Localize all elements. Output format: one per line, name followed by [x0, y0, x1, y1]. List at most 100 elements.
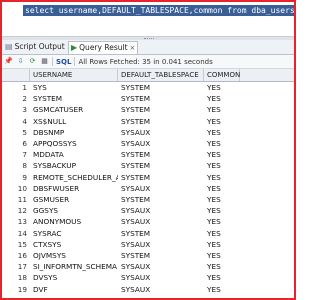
cell-default-tablespace[interactable]: SYSTEM [118, 82, 204, 93]
cell-common[interactable]: YES [204, 250, 240, 261]
cell-username[interactable]: GSMCATUSER [30, 104, 118, 115]
row-number[interactable]: 2 [2, 93, 30, 104]
cell-common[interactable]: YES [204, 216, 240, 227]
row-number[interactable]: 6 [2, 138, 30, 149]
cell-common[interactable]: YES [204, 138, 240, 149]
row-number[interactable]: 8 [2, 160, 30, 171]
column-header-common[interactable]: COMMON [204, 69, 240, 81]
cell-common[interactable]: YES [204, 205, 240, 216]
cell-common[interactable]: YES [204, 284, 240, 295]
row-number[interactable]: 1 [2, 82, 30, 93]
cell-default-tablespace[interactable]: SYSAUX [118, 127, 204, 138]
sql-button[interactable]: SQL [56, 58, 71, 66]
cell-common[interactable]: YES [204, 261, 240, 272]
cell-default-tablespace[interactable]: SYSTEM [118, 194, 204, 205]
print-icon[interactable]: ▦ [40, 57, 49, 66]
table-row[interactable]: 12 GGSYS SYSAUX YES [2, 205, 294, 216]
table-row[interactable]: 10 DBSFWUSER SYSAUX YES [2, 183, 294, 194]
table-row[interactable]: 7 MDDATA SYSTEM YES [2, 149, 294, 160]
export-icon[interactable]: ⇩ [16, 57, 25, 66]
table-row[interactable]: 13 ANONYMOUS SYSAUX YES [2, 216, 294, 227]
cell-default-tablespace[interactable]: SYSTEM [118, 250, 204, 261]
table-row[interactable]: 15 CTXSYS SYSAUX YES [2, 239, 294, 250]
cell-username[interactable]: MDDATA [30, 149, 118, 160]
cell-username[interactable]: DBSNMP [30, 127, 118, 138]
row-number[interactable]: 12 [2, 205, 30, 216]
cell-default-tablespace[interactable]: SYSAUX [118, 261, 204, 272]
cell-default-tablespace[interactable]: SYSTEM [118, 228, 204, 239]
refresh-icon[interactable]: ⟳ [28, 57, 37, 66]
sql-statement[interactable]: select username,DEFAULT_TABLESPACE,commo… [23, 5, 294, 16]
cell-default-tablespace[interactable]: SYSAUX [118, 295, 204, 298]
table-row[interactable]: 16 OJVMSYS SYSTEM YES [2, 250, 294, 261]
row-number[interactable]: 14 [2, 228, 30, 239]
cell-common[interactable]: YES [204, 82, 240, 93]
cell-common[interactable]: YES [204, 93, 240, 104]
table-row[interactable]: 8 SYSBACKUP SYSTEM YES [2, 160, 294, 171]
cell-username[interactable]: DVF [30, 284, 118, 295]
cell-default-tablespace[interactable]: SYSAUX [118, 205, 204, 216]
cell-username[interactable]: OJVMSYS [30, 250, 118, 261]
row-number[interactable]: 7 [2, 149, 30, 160]
cell-common[interactable]: YES [204, 239, 240, 250]
cell-username[interactable]: SYSBACKUP [30, 160, 118, 171]
cell-username[interactable]: SI_INFORMTN_SCHEMA [30, 261, 118, 272]
cell-common[interactable]: YES [204, 272, 240, 283]
cell-username[interactable]: XS$NULL [30, 116, 118, 127]
cell-username[interactable]: APPQOSSYS [30, 138, 118, 149]
row-number[interactable]: 16 [2, 250, 30, 261]
table-row[interactable]: 6 APPQOSSYS SYSAUX YES [2, 138, 294, 149]
cell-username[interactable]: DBSFWUSER [30, 183, 118, 194]
row-number[interactable]: 13 [2, 216, 30, 227]
cell-default-tablespace[interactable]: SYSTEM [118, 172, 204, 183]
cell-username[interactable]: GGSYS [30, 205, 118, 216]
table-row[interactable]: 18 DVSYS SYSAUX YES [2, 272, 294, 283]
cell-common[interactable]: YES [204, 295, 240, 298]
corner-cell[interactable] [2, 69, 30, 81]
tab-query-result[interactable]: ▶ Query Result × [68, 41, 139, 54]
cell-username[interactable]: GSMUSER [30, 194, 118, 205]
cell-default-tablespace[interactable]: SYSAUX [118, 138, 204, 149]
cell-common[interactable]: YES [204, 172, 240, 183]
cell-default-tablespace[interactable]: SYSAUX [118, 284, 204, 295]
sql-editor[interactable]: select username,DEFAULT_TABLESPACE,commo… [2, 2, 294, 36]
pin-icon[interactable]: 📌 [4, 57, 13, 66]
cell-common[interactable]: YES [204, 149, 240, 160]
cell-username[interactable]: REMOTE_SCHEDULER_AGENT [30, 172, 118, 183]
table-row[interactable]: 17 SI_INFORMTN_SCHEMA SYSAUX YES [2, 261, 294, 272]
cell-common[interactable]: YES [204, 228, 240, 239]
table-row[interactable]: 14 SYSRAC SYSTEM YES [2, 228, 294, 239]
results-grid[interactable]: USERNAME DEFAULT_TABLESPACE COMMON 1 SYS S… [2, 69, 294, 298]
cell-common[interactable]: YES [204, 160, 240, 171]
column-header-username[interactable]: USERNAME [30, 69, 118, 81]
cell-default-tablespace[interactable]: SYSAUX [118, 239, 204, 250]
cell-username[interactable]: CTXSYS [30, 239, 118, 250]
table-row[interactable]: 19 DVF SYSAUX YES [2, 284, 294, 295]
table-row[interactable]: 2 SYSTEM SYSTEM YES [2, 93, 294, 104]
cell-default-tablespace[interactable]: SYSTEM [118, 149, 204, 160]
cell-default-tablespace[interactable]: SYSTEM [118, 93, 204, 104]
cell-username[interactable]: SYS [30, 82, 118, 93]
tab-script-output[interactable]: ▤ Script Output × [5, 41, 73, 53]
table-row[interactable]: 11 GSMUSER SYSTEM YES [2, 194, 294, 205]
row-number[interactable]: 20 [2, 295, 30, 298]
row-number[interactable]: 18 [2, 272, 30, 283]
table-row[interactable]: 5 DBSNMP SYSAUX YES [2, 127, 294, 138]
cell-default-tablespace[interactable]: SYSTEM [118, 160, 204, 171]
cell-username[interactable]: DVSYS [30, 272, 118, 283]
table-row[interactable]: 3 GSMCATUSER SYSTEM YES [2, 104, 294, 115]
row-number[interactable]: 19 [2, 284, 30, 295]
table-row[interactable]: 20AUDSYSSYSAUXYES [2, 295, 294, 298]
close-icon[interactable]: × [130, 43, 136, 53]
row-number[interactable]: 9 [2, 172, 30, 183]
cell-common[interactable]: YES [204, 183, 240, 194]
cell-username[interactable]: SYSTEM [30, 93, 118, 104]
cell-default-tablespace[interactable]: SYSAUX [118, 272, 204, 283]
cell-default-tablespace[interactable]: SYSAUX [118, 183, 204, 194]
row-number[interactable]: 4 [2, 116, 30, 127]
cell-common[interactable]: YES [204, 127, 240, 138]
cell-default-tablespace[interactable]: SYSTEM [118, 104, 204, 115]
row-number[interactable]: 3 [2, 104, 30, 115]
cell-common[interactable]: YES [204, 104, 240, 115]
row-number[interactable]: 17 [2, 261, 30, 272]
